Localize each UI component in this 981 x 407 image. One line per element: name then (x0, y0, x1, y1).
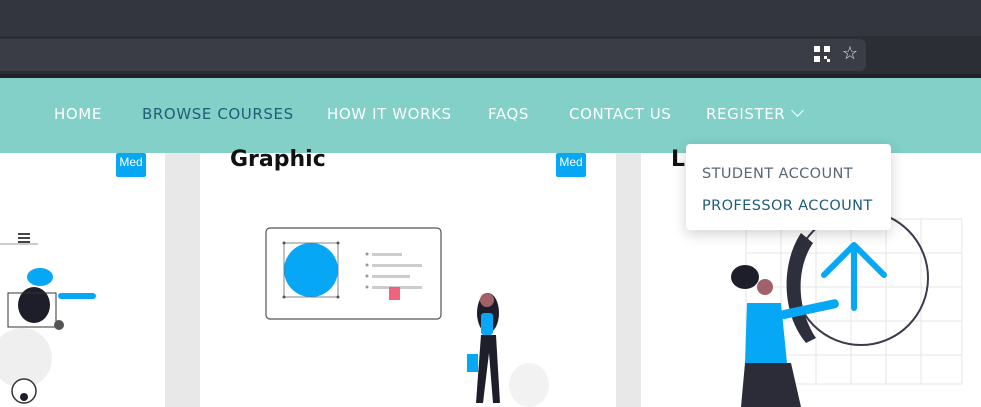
menu-item-student-account[interactable]: STUDENT ACCOUNT (702, 166, 853, 182)
bookmark-star-icon[interactable]: ☆ (840, 43, 860, 63)
course-illustration (0, 233, 96, 404)
course-card[interactable]: Med (0, 153, 165, 407)
url-input[interactable] (0, 39, 866, 71)
menu-item-professor-account[interactable]: PROFESSOR ACCOUNT (702, 198, 873, 214)
qr-code-icon[interactable] (813, 45, 831, 63)
graphic-design-illustration (265, 227, 549, 407)
nav-register[interactable]: REGISTER (706, 104, 805, 127)
chevron-down-icon (791, 104, 805, 117)
nav-register-label: REGISTER (706, 105, 786, 123)
main-navigation: HOME BROWSE COURSES HOW IT WORKS FAQS CO… (0, 78, 981, 153)
nav-contact-us[interactable]: CONTACT US (569, 105, 671, 127)
browser-address-bar: ☆ (0, 36, 981, 74)
nav-how-it-works[interactable]: HOW IT WORKS (327, 105, 452, 127)
nav-faqs[interactable]: FAQS (488, 105, 529, 127)
nav-browse-courses[interactable]: BROWSE COURSES (142, 105, 294, 127)
nav-home[interactable]: HOME (54, 105, 102, 127)
register-dropdown-menu: STUDENT ACCOUNT PROFESSOR ACCOUNT (686, 144, 891, 230)
course-card[interactable]: Graphic Med (200, 147, 616, 407)
browser-tab-strip (0, 0, 981, 36)
